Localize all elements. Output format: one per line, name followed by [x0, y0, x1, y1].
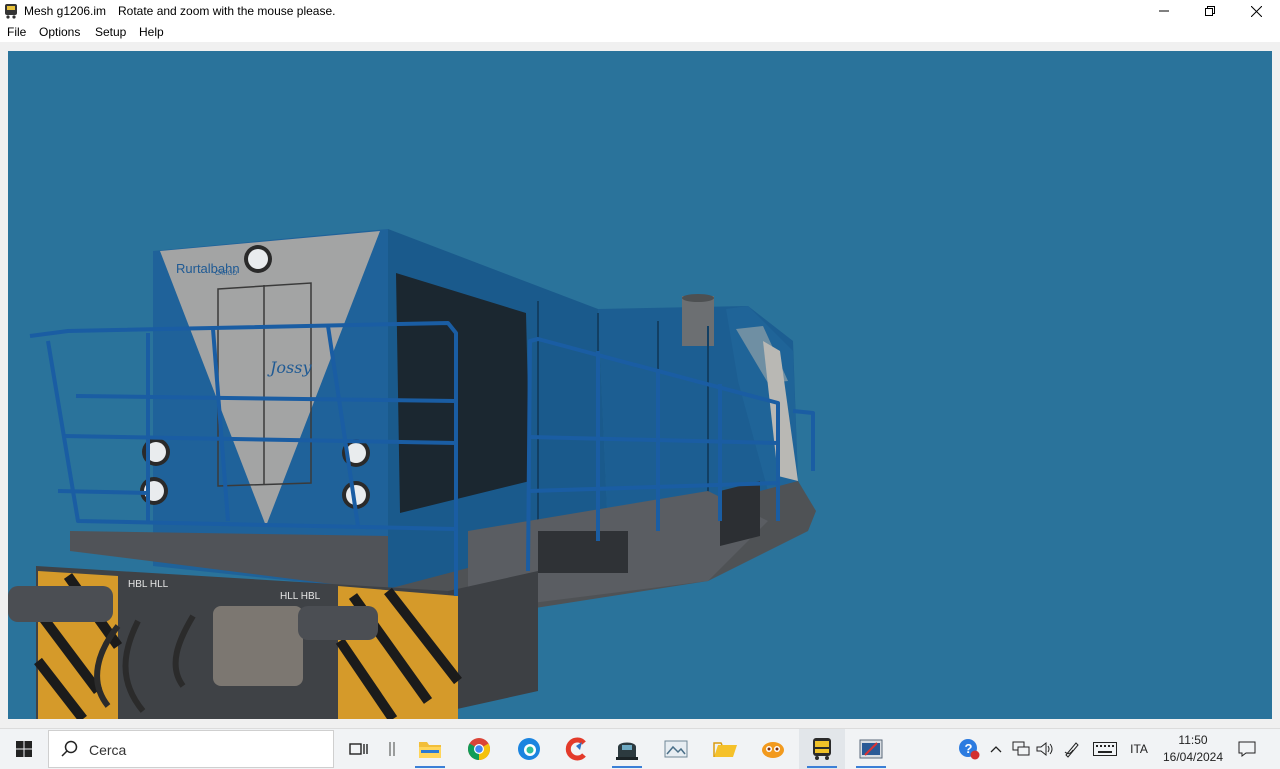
loco-name: Jossy	[267, 358, 312, 377]
pen-icon	[1064, 742, 1079, 758]
3d-viewport[interactable]: Rurtalbahn CARGO Jossy HBL HLL HLL HBL	[8, 51, 1272, 719]
menu-file[interactable]: File	[7, 25, 26, 39]
taskbar-app-photos[interactable]	[653, 729, 699, 769]
notification-icon	[1238, 741, 1256, 757]
restore-icon	[1205, 6, 1215, 16]
tray-pen[interactable]	[1060, 729, 1084, 769]
keyboard-icon	[1093, 742, 1117, 756]
clock-date: 16/04/2024	[1162, 750, 1224, 764]
speaker-icon	[1036, 741, 1053, 757]
taskbar: Cerca ? ITA 11:50 16/04/2024	[0, 728, 1280, 769]
taskbar-app-xnview[interactable]	[750, 729, 796, 769]
tray-overflow-button[interactable]	[986, 729, 1006, 769]
photos-icon	[664, 740, 688, 758]
folder-yellow-icon	[713, 742, 737, 757]
chevron-up-icon	[990, 746, 1002, 753]
tray-network[interactable]	[1010, 729, 1032, 769]
step-plate	[448, 571, 538, 711]
taskbar-search-box[interactable]: Cerca	[48, 730, 334, 768]
start-button[interactable]	[0, 729, 48, 769]
taskbar-app-folder[interactable]	[702, 729, 748, 769]
search-icon	[61, 740, 78, 757]
taskbar-app-chrome[interactable]	[456, 729, 502, 769]
task-view-icon	[349, 743, 368, 755]
ccleaner-icon	[565, 737, 586, 761]
restore-button[interactable]	[1187, 0, 1233, 22]
network-icon	[1012, 741, 1030, 756]
file-explorer-icon	[419, 742, 441, 758]
tray-keyboard[interactable]	[1090, 729, 1120, 769]
menu-options[interactable]: Options	[39, 25, 80, 39]
taskbar-app-ccleaner[interactable]	[554, 729, 600, 769]
editor-app-icon	[859, 739, 883, 759]
window-title: Mesh g1206.im	[24, 4, 107, 18]
train-app-icon	[616, 742, 638, 760]
taskbar-app-editor[interactable]	[848, 729, 894, 769]
taskbar-app-edge[interactable]	[506, 729, 552, 769]
close-icon	[1250, 5, 1262, 17]
tray-volume[interactable]	[1034, 729, 1056, 769]
minimize-button[interactable]	[1141, 0, 1187, 22]
windows-logo-icon	[16, 741, 32, 757]
clock-time: 11:50	[1178, 733, 1208, 747]
menu-help[interactable]: Help	[139, 25, 164, 39]
chrome-icon	[468, 738, 490, 760]
buffer-marking-left: HBL HLL	[128, 579, 169, 590]
taskbar-clock[interactable]: 11:50 16/04/2024	[1158, 732, 1228, 766]
equipment-box	[720, 481, 760, 546]
help-alert-icon: ?	[959, 739, 980, 760]
title-bar: Mesh g1206.im Rotate and zoom with the m…	[0, 0, 1280, 22]
buffer-marking-right: HLL HBL	[280, 591, 321, 602]
taskbar-app-file-explorer[interactable]	[407, 729, 453, 769]
operator-logo-sub: CARGO	[215, 271, 237, 277]
edge-icon	[518, 738, 540, 760]
tray-language[interactable]: ITA	[1124, 729, 1154, 769]
radiator-grille	[396, 273, 530, 513]
taskbar-separator	[382, 729, 402, 769]
search-placeholder: Cerca	[89, 742, 127, 758]
menu-setup[interactable]: Setup	[95, 25, 126, 39]
close-button[interactable]	[1233, 0, 1279, 22]
taskbar-app-train[interactable]	[604, 729, 650, 769]
mesh-viewer-icon	[813, 738, 831, 760]
taskbar-app-mesh-viewer[interactable]	[799, 729, 845, 769]
xnview-icon	[762, 742, 784, 758]
minimize-icon	[1159, 10, 1169, 12]
app-icon	[5, 4, 17, 19]
exhaust-stack	[682, 296, 714, 346]
locomotive-model: Rurtalbahn CARGO Jossy HBL HLL HLL HBL	[8, 229, 816, 719]
tray-notifications[interactable]	[1234, 729, 1260, 769]
task-view-button[interactable]	[336, 729, 382, 769]
menu-bar: File Options Setup Help	[0, 22, 1280, 42]
tray-help[interactable]: ?	[956, 729, 982, 769]
window-hint: Rotate and zoom with the mouse please.	[118, 4, 336, 18]
